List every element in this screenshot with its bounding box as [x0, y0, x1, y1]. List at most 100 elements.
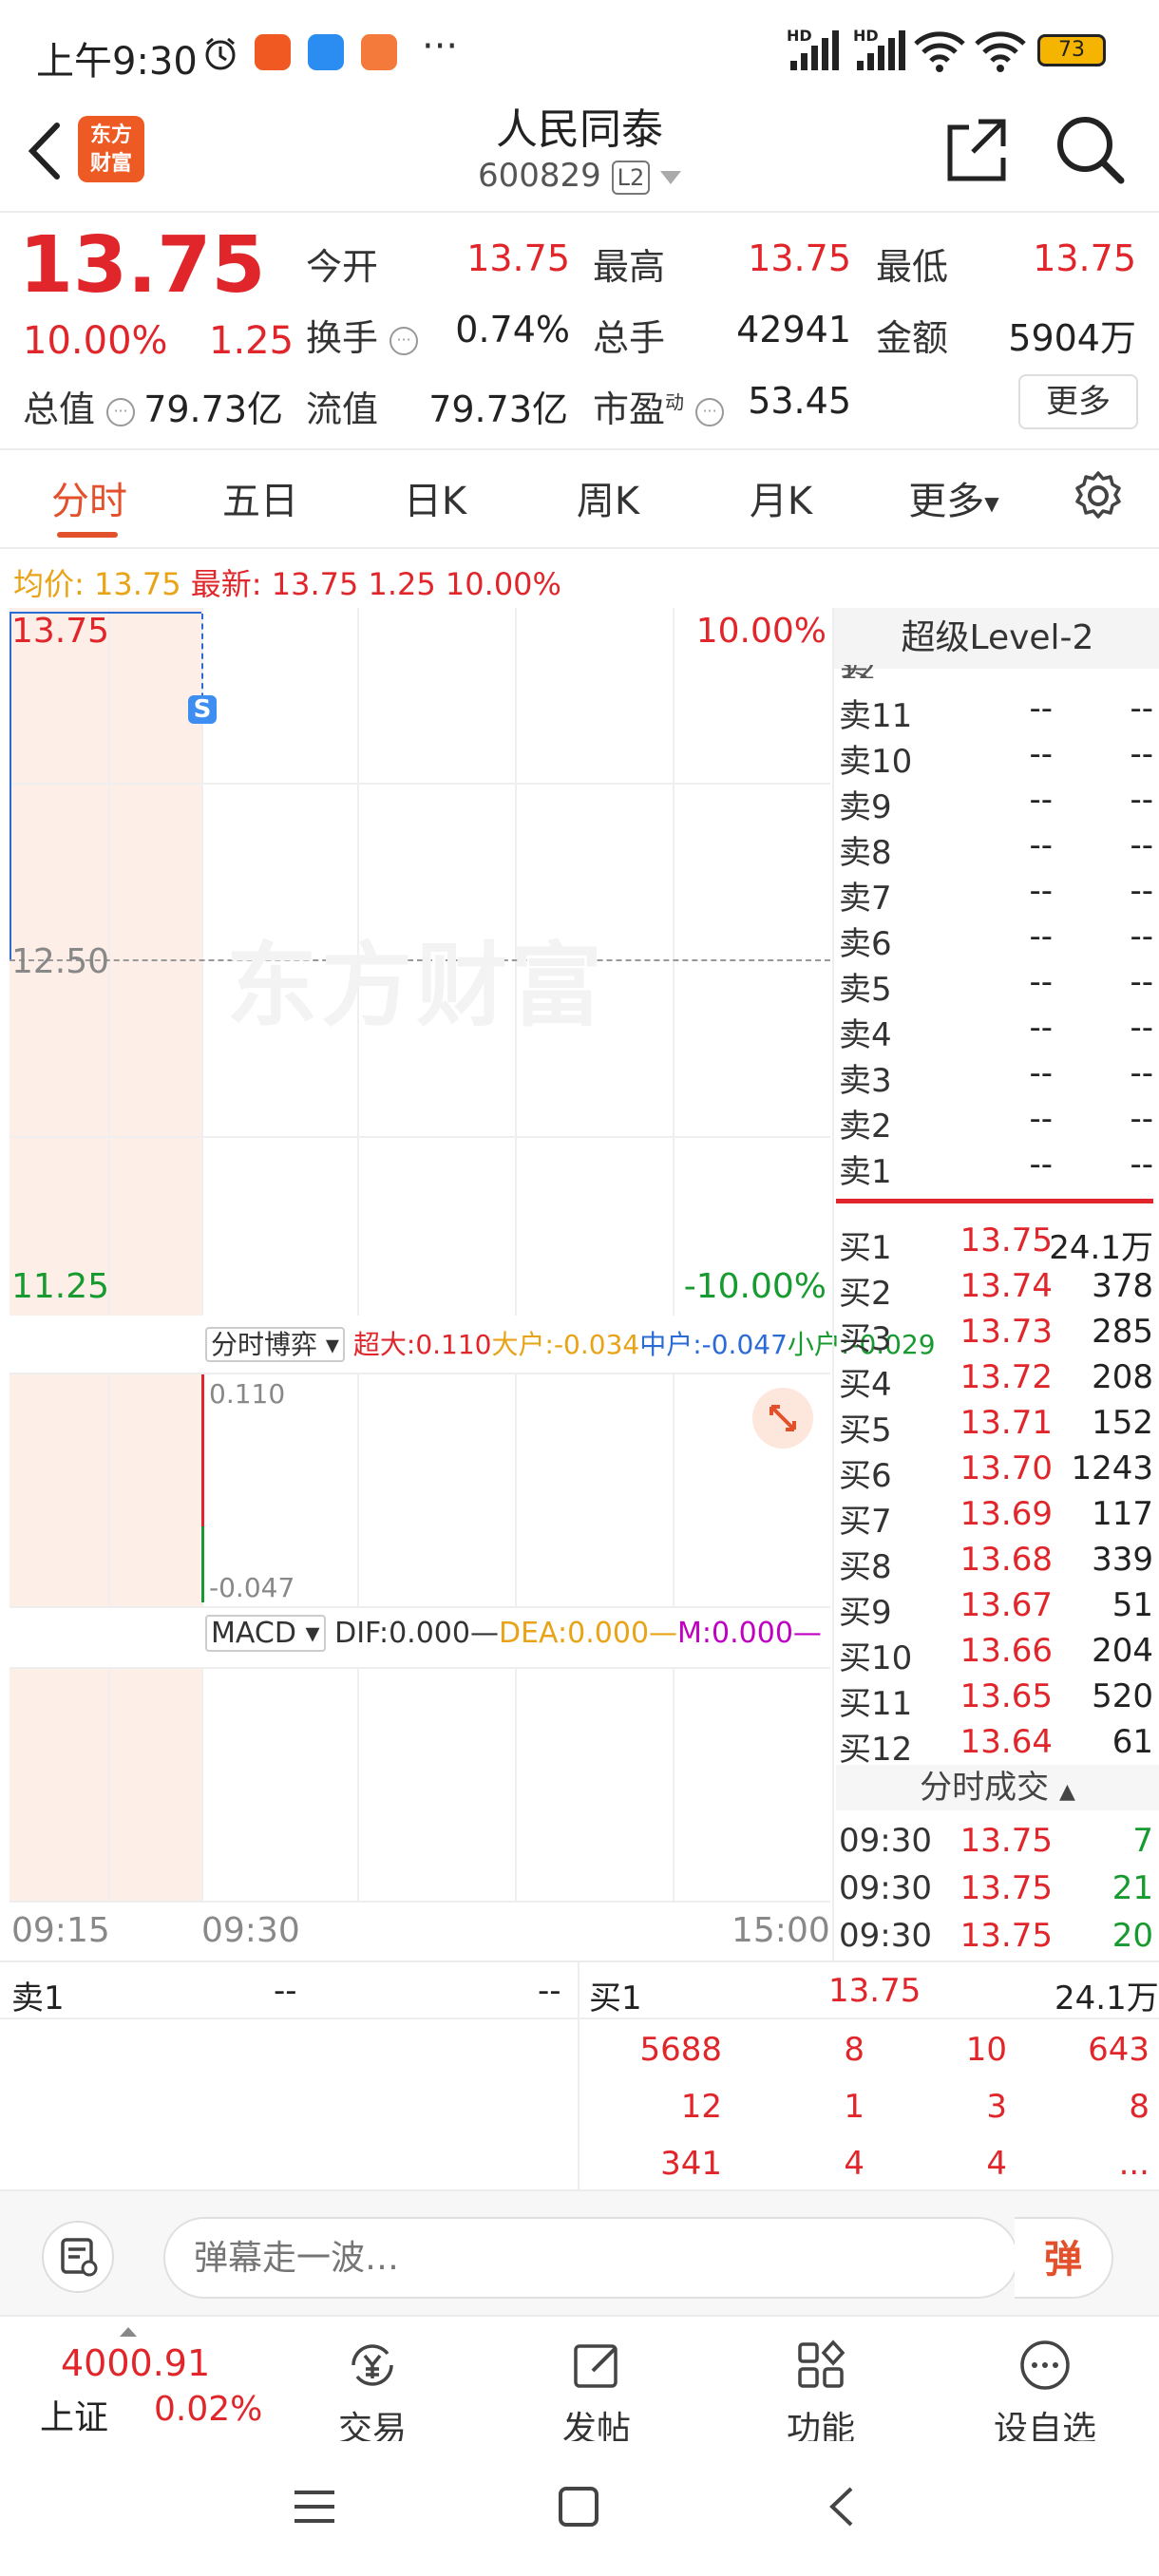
level-label: 买2 [839, 1275, 892, 1313]
trade-volume: 21 [1112, 1869, 1153, 1907]
sell-level-row[interactable]: 卖7 -- -- [836, 868, 1159, 918]
level-price: -- [1029, 1009, 1053, 1047]
y-axis-bottom-label: 11.25 [11, 1267, 110, 1306]
level-label: 卖10 [839, 743, 913, 781]
share-button[interactable] [940, 114, 1013, 190]
sell-level-row[interactable]: 卖6 -- -- [836, 914, 1159, 963]
sell-level-row[interactable]: 卖8 -- -- [836, 823, 1159, 872]
search-button[interactable] [1053, 112, 1129, 192]
sell-level-row[interactable]: 卖1 -- -- [836, 1142, 1159, 1191]
active-tab-indicator [57, 532, 118, 538]
sell-level-row[interactable]: 卖3 -- -- [836, 1051, 1159, 1100]
functions-button[interactable]: 功能 [726, 2337, 916, 2451]
orderbook-title[interactable]: 超级Level-2 [834, 608, 1159, 669]
open-value: 13.75 [466, 237, 570, 279]
level-price: -- [1029, 1146, 1053, 1184]
index-ticker[interactable]: 4000.91 上证 0.02% [28, 2327, 276, 2437]
tab-daily-k[interactable]: 日K [359, 470, 511, 525]
buy-level-row[interactable]: 买5 13.71 152 [836, 1400, 1159, 1449]
indicator-selector[interactable]: MACD ▾ [205, 1615, 326, 1652]
level-price: -- [1029, 1054, 1053, 1092]
buy-level-row[interactable]: 买11 13.65 520 [836, 1674, 1159, 1723]
danmu-input[interactable] [163, 2217, 1018, 2299]
level-label: 买1 [839, 1229, 892, 1267]
tab-more[interactable]: 更多▼ [878, 470, 1030, 525]
level-volume: 204 [1092, 1632, 1153, 1670]
info-icon[interactable]: ··· [106, 397, 136, 426]
home-nav-icon[interactable] [555, 2483, 602, 2534]
menu-nav-icon[interactable] [291, 2483, 338, 2534]
buy-level-row[interactable]: 买7 13.69 117 [836, 1491, 1159, 1541]
sell-level-row[interactable]: 卖9 -- -- [836, 777, 1159, 826]
buy-level-row[interactable]: 买8 13.68 339 [836, 1537, 1159, 1586]
buy-level-row[interactable]: 买4 13.72 208 [836, 1354, 1159, 1404]
trade-time: 09:30 [839, 1869, 932, 1907]
level-volume: -- [1130, 1009, 1153, 1047]
fund-flow-legend: 分时博弈 ▾ 超大:0.110大户:-0.034中户:-0.047小户:-0.0… [205, 1324, 936, 1362]
danmu-toggle-button[interactable]: 弹 [1015, 2217, 1113, 2299]
market-cap-label: 总值 ··· [23, 380, 136, 432]
comments-list-button[interactable] [42, 2221, 114, 2293]
index-change-pct: 0.02% [154, 2390, 263, 2429]
divider [0, 2315, 1159, 2317]
sell-level-row[interactable]: 卖5 -- -- [836, 959, 1159, 1009]
watermark: 东方财富 [226, 933, 606, 1039]
queue-order-size: 341 [660, 2145, 722, 2183]
add-watchlist-button[interactable]: 设自选 [950, 2337, 1140, 2451]
buy-level-row[interactable]: 买6 13.70 1243 [836, 1446, 1159, 1495]
divider [0, 547, 1159, 549]
low-value: 13.75 [1033, 237, 1136, 279]
indicator-selector[interactable]: 分时博弈 ▾ [205, 1327, 345, 1362]
tab-monthly-k[interactable]: 月K [705, 470, 857, 525]
fund-axis-bottom-label: -0.047 [209, 1572, 295, 1603]
trade-row: 09:30 13.75 7 [836, 1818, 1159, 1864]
tab-intraday[interactable]: 分时 [13, 470, 165, 525]
sell-level-row[interactable]: 卖4 -- -- [836, 1005, 1159, 1054]
level-label: 买4 [839, 1366, 892, 1404]
sell-level-row[interactable]: 卖10 -- -- [836, 731, 1159, 781]
level-volume: 24.1万 [1049, 1229, 1153, 1267]
back-button[interactable] [21, 118, 68, 188]
level-price: -- [1029, 826, 1053, 864]
trades-header[interactable]: 分时成交 ▲ [836, 1765, 1159, 1810]
settings-gear-icon[interactable] [1072, 469, 1125, 526]
trade-price: 13.75 [960, 1917, 1053, 1955]
level-price: 13.71 [960, 1404, 1053, 1442]
back-nav-icon[interactable] [819, 2483, 866, 2534]
trade-button[interactable]: 交易 [277, 2337, 467, 2451]
sell-level-row[interactable]: 卖11 -- -- [836, 686, 1159, 735]
buy-level-row[interactable]: 买9 13.67 51 [836, 1582, 1159, 1632]
app-notification-icon [361, 34, 397, 70]
edit-icon [574, 2344, 618, 2388]
queue-buy-vol: 24.1万 [1054, 1979, 1159, 2017]
tab-five-day[interactable]: 五日 [184, 470, 336, 525]
buy-level-row[interactable]: 买2 13.74 378 [836, 1263, 1159, 1313]
status-bar: 上午9:30 ··· HD HD 73 [0, 0, 1159, 104]
x-axis-label: 09:15 [11, 1911, 110, 1950]
sell-level-row[interactable]: 卖2 -- -- [836, 1096, 1159, 1146]
pct-axis-top-label: 10.00% [695, 612, 826, 651]
change-amount: 1.25 [209, 319, 294, 363]
float-cap-value: 79.73亿 [428, 388, 568, 430]
buy-level-row[interactable]: 买12 13.64 61 [836, 1719, 1159, 1769]
queue-order-size: 5688 [639, 2031, 722, 2069]
level-volume: 152 [1092, 1404, 1153, 1442]
more-circle-icon [1020, 2340, 1070, 2390]
y-axis-mid-label: 12.50 [11, 942, 110, 981]
level-volume: -- [1130, 872, 1153, 910]
info-icon[interactable]: ··· [390, 326, 419, 355]
more-quote-button[interactable]: 更多 [1018, 374, 1138, 429]
post-button[interactable]: 发帖 [502, 2337, 692, 2451]
stock-code-selector[interactable]: 600829 L2 [380, 157, 779, 195]
buy-level-row[interactable]: 买1 13.75 24.1万 [836, 1218, 1159, 1267]
tab-weekly-k[interactable]: 周K [532, 470, 684, 525]
fund-flow-chart[interactable]: 0.110 -0.047 [10, 1373, 830, 1608]
buy-level-row[interactable]: 买10 13.66 204 [836, 1628, 1159, 1677]
intraday-price-chart[interactable]: S 东方财富 13.75 12.50 11.25 10.00% -10.00% [10, 608, 830, 1316]
macd-chart[interactable] [10, 1667, 830, 1903]
buy-level-row[interactable]: 买3 13.73 285 [836, 1309, 1159, 1358]
expand-icon[interactable] [752, 1388, 813, 1449]
s-marker[interactable]: S [188, 695, 217, 724]
level-price: 13.65 [960, 1677, 1053, 1715]
divider [0, 1960, 1159, 1962]
